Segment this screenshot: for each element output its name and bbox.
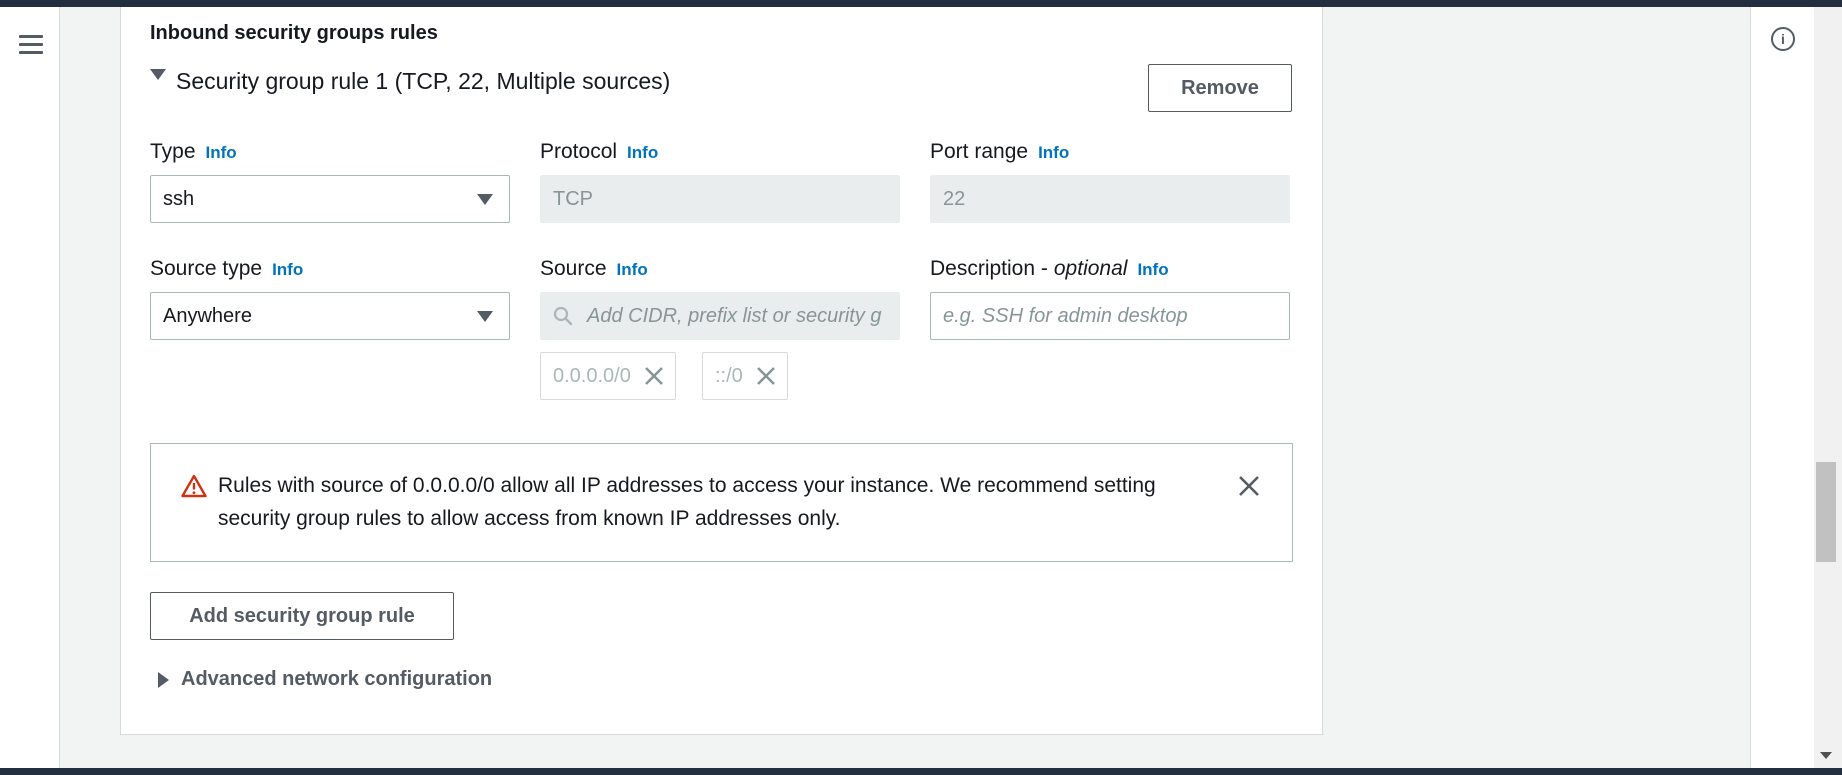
bottom-bar bbox=[0, 768, 1842, 775]
description-info-link[interactable]: Info bbox=[1137, 260, 1168, 280]
source-token-ipv6: ::/0 bbox=[702, 352, 788, 400]
dropdown-arrow-icon bbox=[477, 194, 493, 205]
source-token-ipv4: 0.0.0.0/0 bbox=[540, 352, 676, 400]
type-info-link[interactable]: Info bbox=[206, 143, 237, 163]
protocol-field: TCP bbox=[540, 175, 900, 223]
source-type-select[interactable]: Anywhere bbox=[150, 292, 510, 340]
close-icon[interactable] bbox=[643, 365, 665, 387]
dropdown-arrow-icon bbox=[477, 311, 493, 322]
port-range-info-link[interactable]: Info bbox=[1038, 143, 1069, 163]
port-range-field: 22 bbox=[930, 175, 1290, 223]
description-input[interactable]: e.g. SSH for admin desktop bbox=[930, 292, 1290, 340]
hamburger-menu-icon[interactable] bbox=[19, 35, 43, 55]
rule-expander[interactable]: Security group rule 1 (TCP, 22, Multiple… bbox=[150, 68, 670, 95]
source-type-label: Source type Info bbox=[150, 257, 304, 280]
source-label: Source Info bbox=[540, 257, 648, 280]
right-tools-rail: i bbox=[1750, 7, 1814, 768]
top-nav-bar bbox=[0, 0, 1842, 7]
port-range-label: Port range Info bbox=[930, 140, 1070, 163]
advanced-network-configuration-expander[interactable]: Advanced network configuration bbox=[158, 668, 492, 691]
type-select[interactable]: ssh bbox=[150, 175, 510, 223]
source-type-info-link[interactable]: Info bbox=[272, 260, 303, 280]
scroll-down-arrow-icon[interactable] bbox=[1820, 752, 1832, 759]
warning-alert: Rules with source of 0.0.0.0/0 allow all… bbox=[150, 443, 1293, 562]
warning-message: Rules with source of 0.0.0.0/0 allow all… bbox=[218, 474, 1156, 530]
source-search-input[interactable]: Add CIDR, prefix list or security g bbox=[540, 292, 900, 340]
info-circle-icon[interactable]: i bbox=[1771, 27, 1795, 51]
protocol-label: Protocol Info bbox=[540, 140, 659, 163]
close-icon[interactable] bbox=[1237, 474, 1261, 498]
protocol-info-link[interactable]: Info bbox=[627, 143, 658, 163]
search-icon bbox=[553, 306, 573, 326]
vertical-scrollbar[interactable] bbox=[1814, 7, 1842, 768]
remove-rule-button[interactable]: Remove bbox=[1148, 64, 1292, 112]
scrollbar-thumb[interactable] bbox=[1816, 462, 1836, 562]
description-label: Description - optional Info bbox=[930, 257, 1169, 280]
type-label: Type Info bbox=[150, 140, 237, 163]
close-icon[interactable] bbox=[755, 365, 777, 387]
caret-down-icon bbox=[150, 69, 166, 80]
left-navigation-rail bbox=[0, 7, 60, 768]
section-title: Inbound security groups rules bbox=[150, 22, 438, 44]
caret-right-icon bbox=[158, 671, 169, 688]
warning-triangle-icon bbox=[181, 474, 207, 498]
rule-header-label: Security group rule 1 (TCP, 22, Multiple… bbox=[176, 68, 671, 94]
add-security-group-rule-button[interactable]: Add security group rule bbox=[150, 592, 454, 640]
source-info-link[interactable]: Info bbox=[617, 260, 648, 280]
